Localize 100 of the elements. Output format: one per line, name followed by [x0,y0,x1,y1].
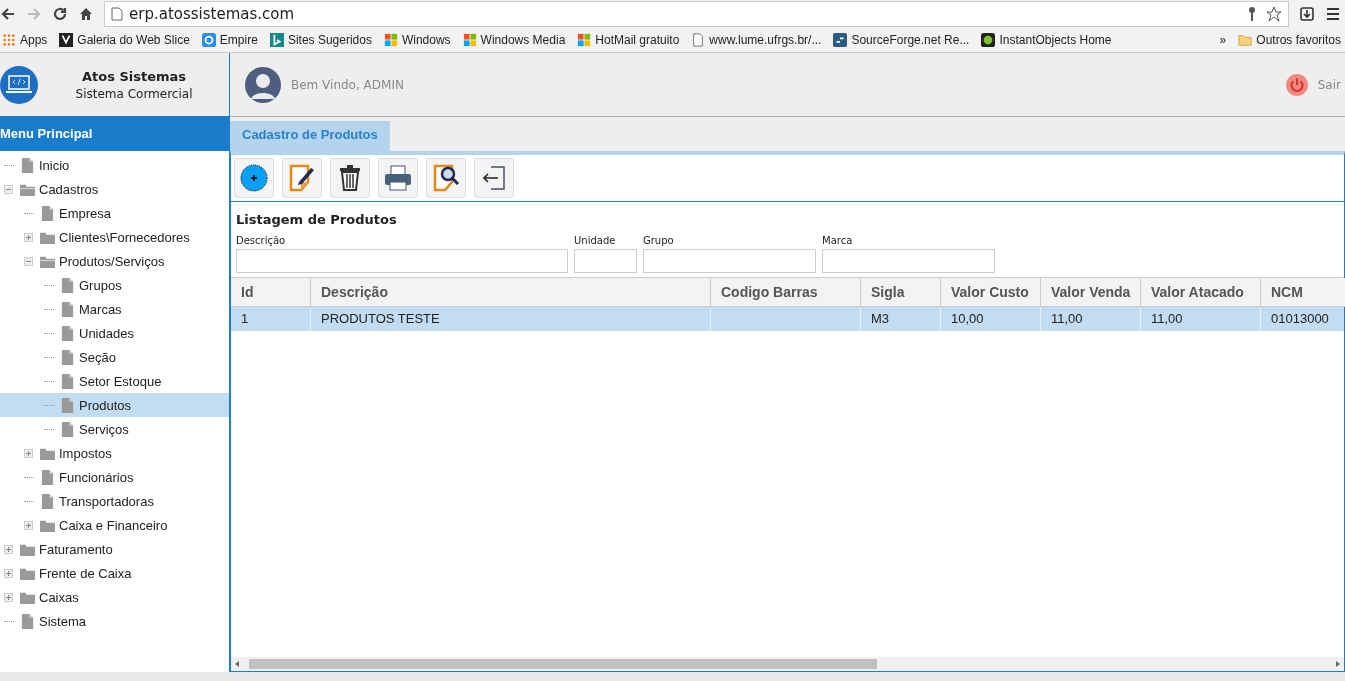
filter-field[interactable] [643,249,816,273]
menu-icon[interactable] [1325,6,1341,22]
tree-item[interactable]: Frente de Caixa [0,561,229,585]
bookmark-folder[interactable]: Outros favoritos [1238,33,1341,47]
bookmark-link[interactable]: HotMail gratuito [577,33,680,47]
bookmark-link[interactable]: Apps [2,33,48,47]
tree-item[interactable]: Impostos [0,441,229,465]
document-icon [20,613,35,629]
page-icon [111,7,123,21]
column-header[interactable]: Id [231,278,311,307]
column-header[interactable]: Valor Venda [1041,278,1141,307]
more-bookmarks-button[interactable]: » [1219,33,1227,47]
table-cell: M3 [871,311,890,326]
company-name: Atos Sistemas [80,68,188,84]
document-icon [60,421,75,437]
tree-item[interactable]: Produtos/Serviços [0,249,229,273]
address-bar[interactable]: erp.atossistemas.com [104,1,1289,27]
filter-label: Unidade [574,235,617,246]
tree-item[interactable]: Unidades [0,321,229,345]
document-icon [40,469,55,485]
download-icon[interactable] [1299,6,1315,22]
bookmark-link[interactable]: Empire [201,33,258,47]
back-icon[interactable] [0,6,16,22]
column-header[interactable]: Codigo Barras [711,278,861,307]
bookmark-link[interactable]: www.lume.ufrgs.br/... [691,33,822,47]
slice-icon [59,33,74,47]
document-icon [60,277,75,293]
tree-item[interactable]: Produtos [0,393,229,417]
pen-document-icon [287,163,317,193]
document-icon [20,157,35,173]
search-button[interactable] [426,158,466,198]
bookmark-link[interactable]: Sites Sugeridos [269,33,372,47]
tree-item[interactable]: Serviços [0,417,229,441]
expander-icon[interactable] [4,592,13,602]
expander-icon[interactable] [4,184,13,194]
reload-icon[interactable] [52,6,68,22]
tree-item[interactable]: Inicio [0,153,229,177]
menu-header: Menu Principal [0,116,229,151]
bookmark-link[interactable]: Galeria do Web Slice [59,33,190,47]
print-button[interactable] [378,158,418,198]
table-cell: 01013000 [1271,311,1329,326]
tree-item[interactable]: Cadastros [0,177,229,201]
plus-circle-icon [239,163,269,193]
column-header[interactable]: Valor Custo [941,278,1041,307]
tree-item[interactable]: Caixas [0,585,229,609]
document-icon [60,325,75,341]
tree-item[interactable]: Marcas [0,297,229,321]
expander-icon[interactable] [24,448,33,458]
table-cell: 10,00 [951,311,984,326]
delete-button[interactable] [330,158,370,198]
tree-item[interactable]: Caixa e Financeiro [0,513,229,537]
edit-button[interactable] [282,158,322,198]
tree-item[interactable]: Transportadoras [0,489,229,513]
windows-icon [383,33,398,47]
column-header[interactable]: Valor Atacado [1141,278,1261,307]
empire-icon [201,33,216,47]
tree-item[interactable]: Funcionários [0,465,229,489]
windows-icon [462,33,477,47]
tree-item[interactable]: Seção [0,345,229,369]
document-icon [60,301,75,317]
expander-icon[interactable] [4,544,13,554]
bookmark-link[interactable]: SourceForge.net Re... [833,33,970,47]
tree-item[interactable]: Clientes\Fornecedores [0,225,229,249]
power-icon[interactable] [1285,73,1308,96]
document-icon [60,397,75,413]
bookmark-link[interactable]: InstantObjects Home [981,33,1112,47]
tree-item[interactable]: Faturamento [0,537,229,561]
expander-icon[interactable] [24,520,33,530]
add-button[interactable] [234,158,274,198]
filter-field[interactable] [236,249,568,273]
table-cell: PRODUTOS TESTE [321,311,440,326]
welcome-text: Bem Vindo, ADMIN [291,77,404,92]
filter-field[interactable] [574,249,637,273]
tree-item[interactable]: Grupos [0,273,229,297]
table-cell: 11,00 [1151,311,1183,326]
bookmark-link[interactable]: Windows Media [462,33,566,47]
system-name: Sistema Cormercial [74,86,194,101]
expander-icon[interactable] [4,568,13,578]
filter-label: Descrição [236,235,287,246]
column-header[interactable]: Descrição [311,278,711,307]
column-header[interactable]: NCM [1261,278,1345,307]
tree-item[interactable]: Setor Estoque [0,369,229,393]
bing-icon [269,33,284,47]
expander-icon[interactable] [24,256,33,266]
filter-field[interactable] [822,249,995,273]
table-row[interactable]: 1 PRODUTOS TESTE M3 10,00 11,00 11,00 01013000 [231,307,1344,331]
bookmark-link[interactable]: Windows [383,33,451,47]
star-icon[interactable] [1266,6,1282,22]
scroll-left-icon[interactable] [233,660,241,668]
table-cell: 11,00 [1051,311,1083,326]
column-header[interactable]: Sigla [861,278,941,307]
document-icon [40,493,55,509]
horizontal-scrollbar[interactable] [231,657,1344,671]
document-icon [60,349,75,365]
tree-item[interactable]: Sistema [0,609,229,633]
exit-button[interactable] [474,158,514,198]
expander-icon[interactable] [24,232,33,242]
tree-item[interactable]: Empresa [0,201,229,225]
scroll-right-icon[interactable] [1334,660,1342,668]
home-icon[interactable] [78,6,94,22]
